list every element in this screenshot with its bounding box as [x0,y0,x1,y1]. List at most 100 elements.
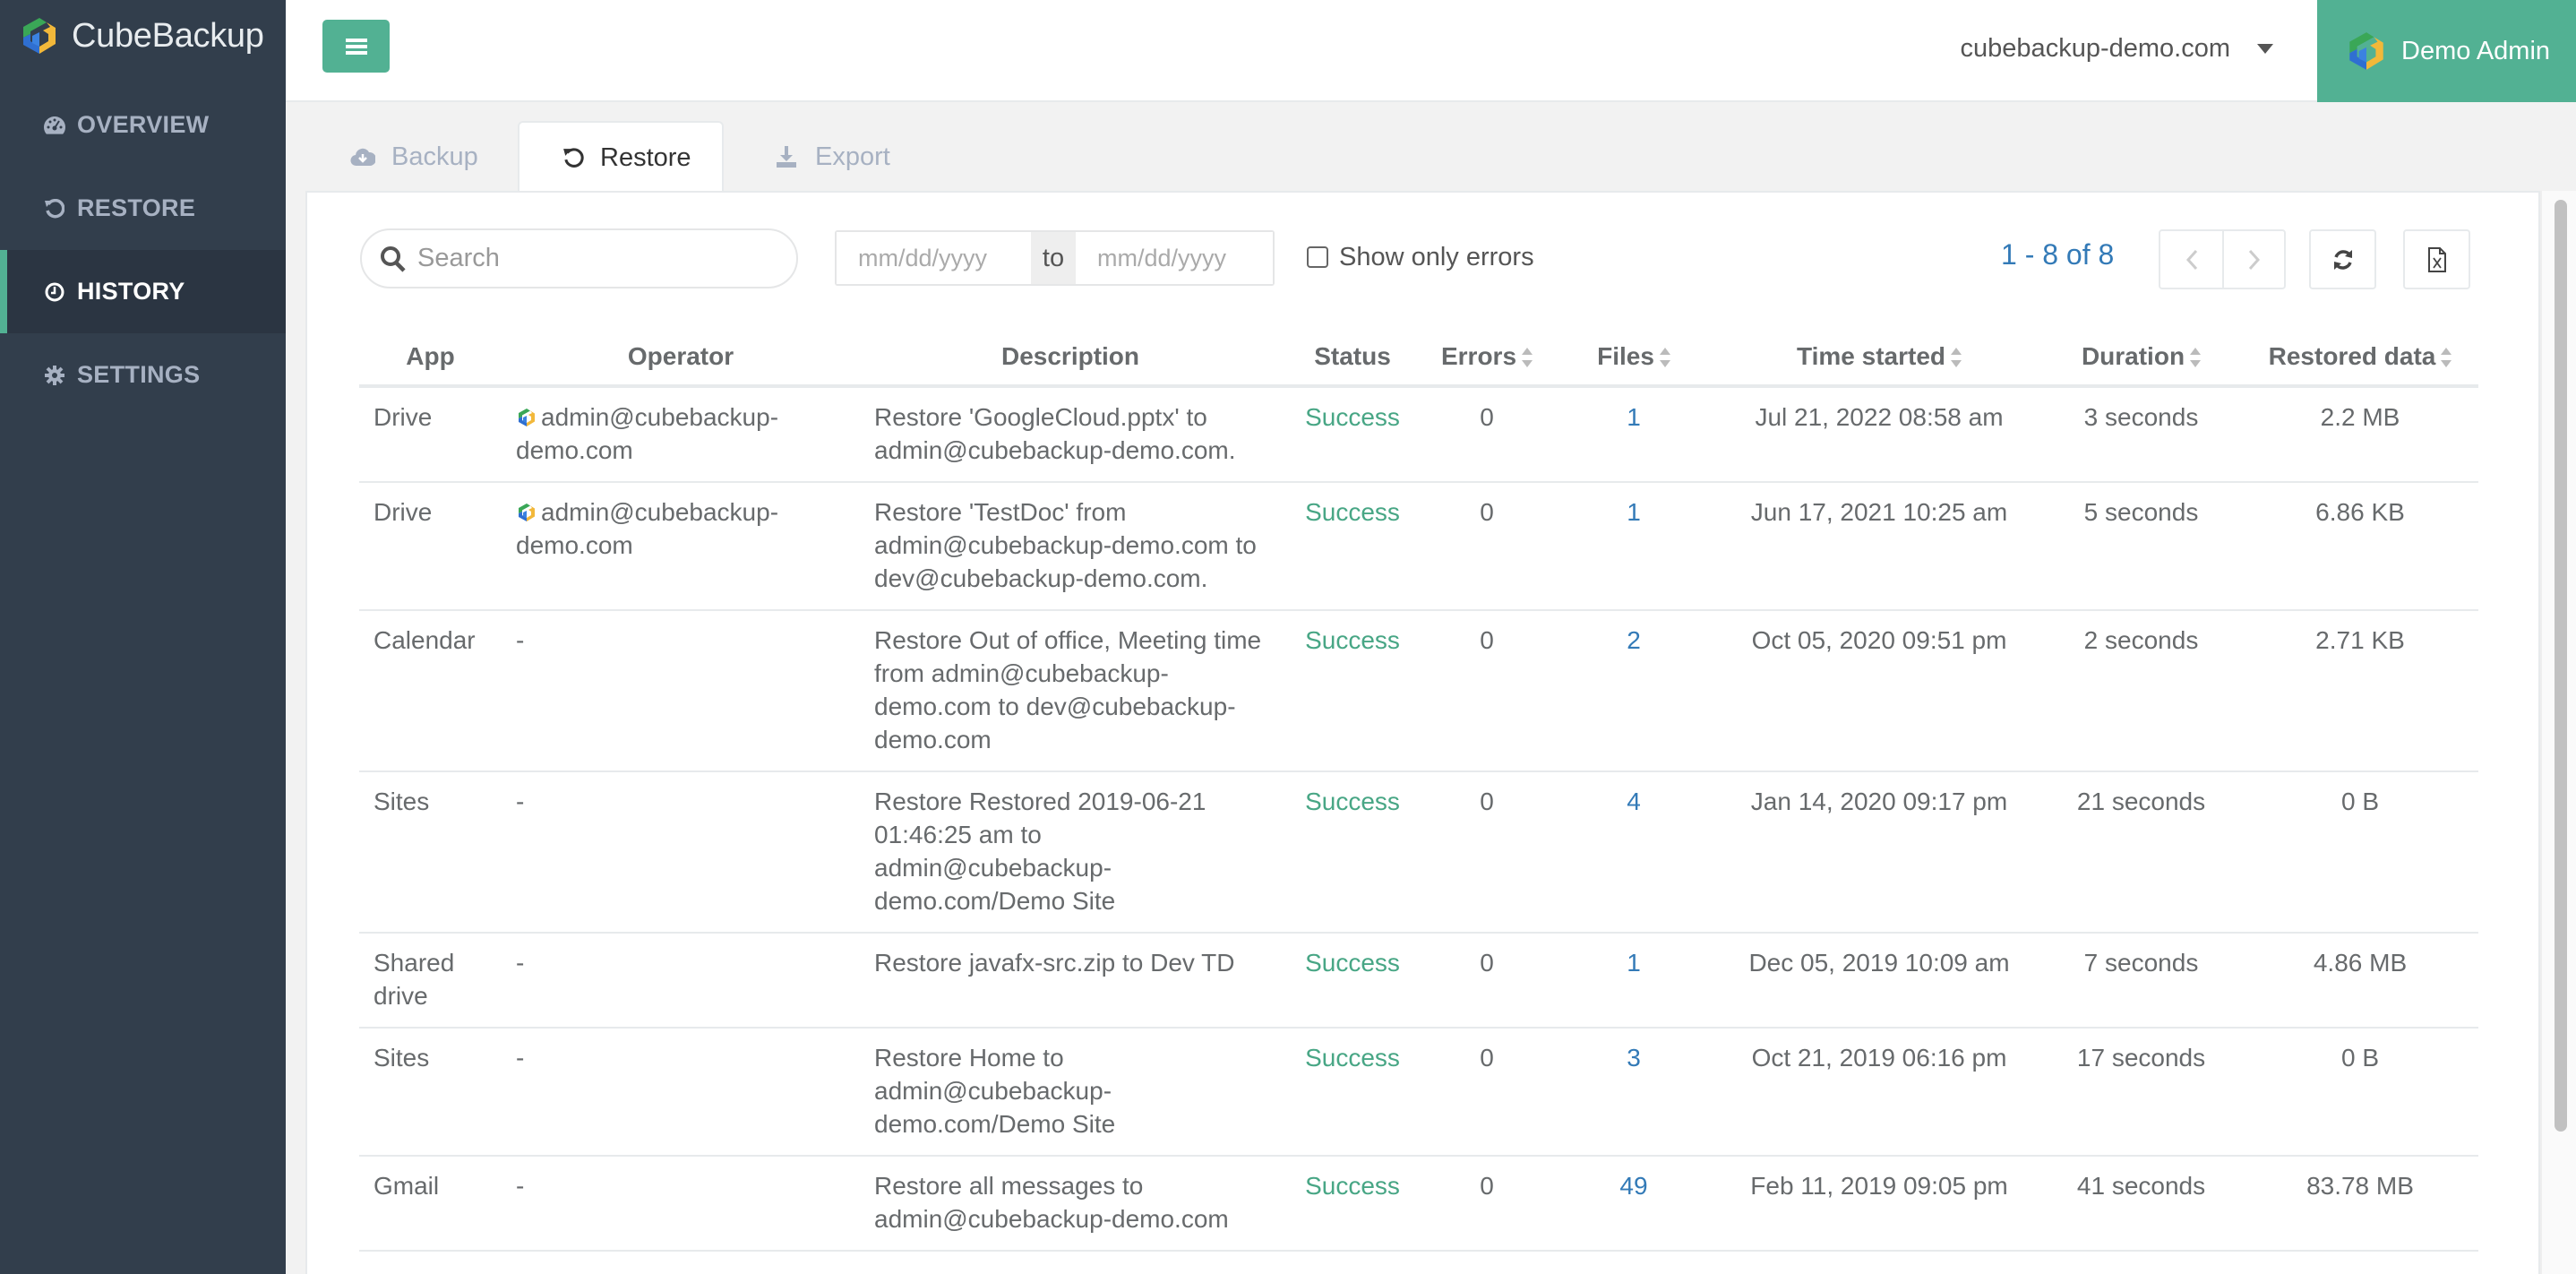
tab-export[interactable]: Export [724,121,933,193]
sort-icon[interactable] [2190,348,2202,368]
files-link[interactable]: 1 [1627,403,1641,431]
description-text: Restore 'TestDoc' from admin@cubebackup-… [874,498,1257,592]
end-date-input[interactable] [1076,232,1273,284]
start-date-input[interactable] [837,232,1031,284]
table-row[interactable]: Calendar - Restore Out of office, Meetin… [359,610,2478,772]
tab-label: Export [815,142,890,171]
description-text: Restore 'GoogleCloud.pptx' to admin@cube… [874,403,1236,464]
tab-backup[interactable]: Backup [305,121,518,193]
cell-duration: 41 seconds [2040,1156,2242,1252]
user-name: Demo Admin [2401,36,2551,65]
chevron-left-icon [2185,249,2197,270]
table-row[interactable]: Drive admin@cubebackup-demo.com Restore … [359,482,2478,611]
sidebar-item-label: SETTINGS [77,361,201,388]
table-row[interactable]: Sites - Restore Restored 2019-06-21 01:4… [359,771,2478,934]
cell-operator: - [502,771,860,934]
sidebar-item-overview[interactable]: OVERVIEW [0,83,286,167]
toggle-sidebar-button[interactable] [322,20,390,73]
user-menu[interactable]: Demo Admin [2317,0,2576,102]
refresh-icon [2333,249,2352,270]
files-link[interactable]: 49 [1619,1172,1647,1200]
cell-description: Restore Out of office, Meeting time from… [860,610,1281,772]
files-link[interactable]: 2 [1627,626,1641,654]
tab-restore[interactable]: Restore [518,121,724,193]
refresh-button[interactable] [2309,229,2376,289]
status-badge: Success [1305,626,1400,654]
app-logo[interactable]: CubeBackup [18,13,264,59]
sort-icon[interactable] [1522,348,1533,368]
table-row[interactable]: Gmail - Restore all messages to admin@cu… [359,1156,2478,1252]
cell-time-started: Jan 14, 2020 09:17 pm [1718,771,2040,934]
column-header-duration[interactable]: Duration [2040,328,2242,388]
checkbox-box[interactable] [1307,246,1328,268]
sort-icon[interactable] [2441,348,2452,368]
table-row[interactable]: Shared drive - Restore javafx-src.zip to… [359,933,2478,1029]
cell-status: Success [1281,610,1424,772]
column-header-errors[interactable]: Errors [1424,328,1550,388]
description-text: Restore Out of office, Meeting time from… [874,626,1262,753]
restored-data-size: 83.78 MB [2306,1172,2414,1200]
sort-icon[interactable] [1951,348,1962,368]
error-count: 0 [1480,1172,1494,1200]
sort-icon[interactable] [1659,348,1670,368]
search-icon [381,245,406,272]
cell-restored-data: 0 B [2242,771,2478,934]
sidebar-item-history[interactable]: HISTORY [0,250,286,333]
column-header-app: App [359,328,502,388]
cell-app: Sites [359,771,502,934]
previous-page-button[interactable] [2160,231,2222,288]
sidebar-item-restore[interactable]: RESTORE [0,167,286,250]
scrollbar-thumb[interactable] [2555,200,2567,1132]
time-started: Oct 05, 2020 09:51 pm [1751,626,2007,654]
cell-description: Restore 'GoogleCloud.pptx' to admin@cube… [860,386,1281,483]
cell-duration: 21 seconds [2040,771,2242,934]
app-name: CubeBackup [72,16,264,55]
cell-app: Shared drive [359,933,502,1029]
column-header-files[interactable]: Files [1550,328,1718,388]
status-badge: Success [1305,1044,1400,1072]
date-separator: to [1031,232,1076,284]
pagination-buttons [2159,229,2286,289]
clock-icon [43,280,66,304]
cell-duration: 5 seconds [2040,482,2242,611]
show-only-errors-checkbox[interactable]: Show only errors [1307,240,1534,274]
excel-file-icon [2427,246,2446,272]
files-link[interactable]: 3 [1627,1044,1641,1072]
cell-time-started: Feb 11, 2019 09:05 pm [1718,1156,2040,1252]
operator-email: admin@cubebackup-demo.com [516,498,779,559]
cell-errors: 0 [1424,933,1550,1029]
domain-selector[interactable]: cubebackup-demo.com [1961,29,2273,68]
pagination-info: 1 - 8 of 8 [2001,238,2115,271]
search-input[interactable] [417,244,758,273]
files-link[interactable]: 1 [1627,949,1641,977]
gear-icon [43,364,66,387]
column-header-restored-data[interactable]: Restored data [2242,328,2478,388]
status-badge: Success [1305,1172,1400,1200]
description-text: Restore Home to admin@cubebackup-demo.co… [874,1044,1116,1138]
cell-errors: 0 [1424,1156,1550,1252]
time-started: Jul 21, 2022 08:58 am [1755,403,2004,431]
cell-files: 1 [1550,933,1718,1029]
error-count: 0 [1480,626,1494,654]
duration: 7 seconds [2083,949,2199,977]
search-box[interactable] [360,228,798,288]
next-page-button[interactable] [2222,231,2284,288]
vertical-scrollbar[interactable] [2540,191,2576,1274]
app-name: Shared drive [374,949,455,1010]
operator-email: - [516,626,525,654]
sidebar-item-label: RESTORE [77,194,196,221]
chevron-right-icon [2248,249,2260,270]
table-row[interactable]: Drive admin@cubebackup-demo.com Restore … [359,386,2478,483]
files-link[interactable]: 1 [1627,498,1641,526]
table-row[interactable]: Sites - Restore Home to admin@cubebackup… [359,1028,2478,1157]
column-header-time-started[interactable]: Time started [1718,328,2040,388]
cell-restored-data: 2.2 MB [2242,386,2478,483]
sidebar-item-settings[interactable]: SETTINGS [0,333,286,417]
cell-duration: 3 seconds [2040,386,2242,483]
cell-files: 1 [1550,386,1718,483]
files-link[interactable]: 4 [1627,788,1641,815]
cell-operator: - [502,610,860,772]
cloud-download-icon [350,144,375,169]
duration: 2 seconds [2083,626,2199,654]
export-excel-button[interactable] [2403,229,2470,289]
